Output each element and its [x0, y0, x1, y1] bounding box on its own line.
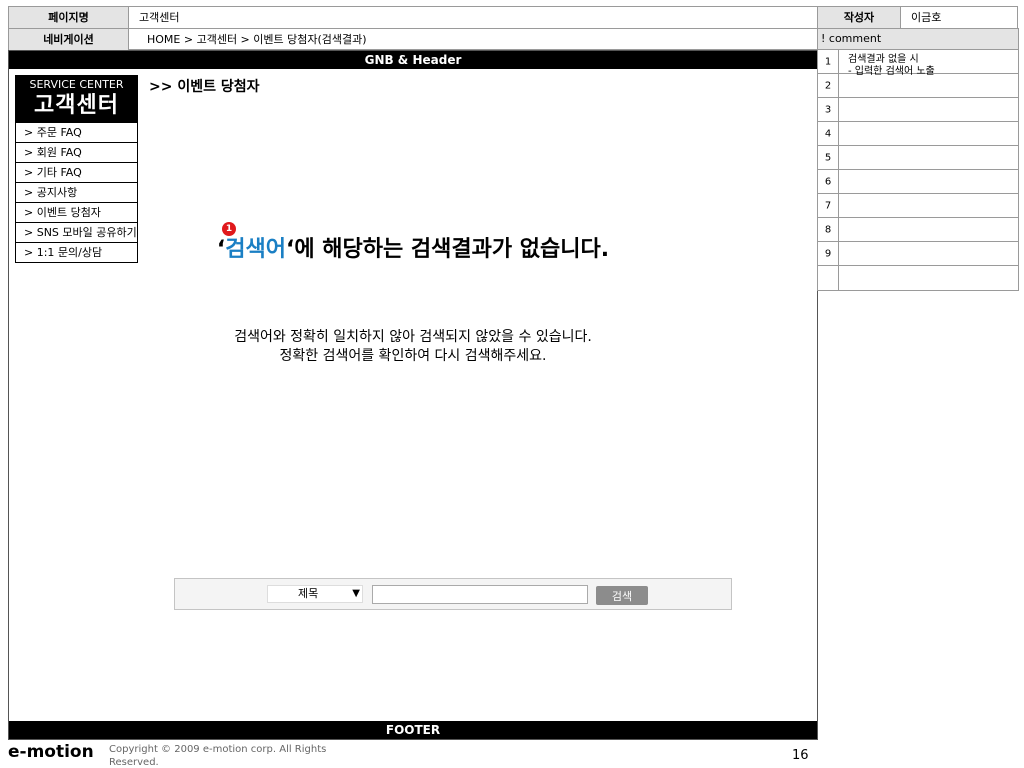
search-guide: 검색어와 정확히 일치하지 않아 검색되지 않았을 수 있습니다. 정확한 검색…	[9, 328, 817, 366]
comment-number: 1	[824, 56, 832, 67]
no-result-message: ‘검색어‘에 해당하는 검색결과가 없습니다.	[9, 231, 817, 263]
comment-number: 3	[824, 104, 832, 115]
guide-line-1: 검색어와 정확히 일치하지 않아 검색되지 않았을 수 있습니다.	[234, 329, 592, 345]
no-result-text: ‘에 해당하는 검색결과가 없습니다.	[286, 237, 610, 262]
comment-number: 8	[824, 224, 832, 235]
comment-number: 5	[824, 152, 832, 163]
comment-row: 3	[818, 98, 1018, 122]
comment-row: 5	[818, 146, 1018, 170]
service-center-box: SERVICE CENTER 고객센터	[15, 75, 138, 122]
sidebar-item-member-faq[interactable]: > 회원 FAQ	[16, 142, 137, 162]
gnb-header: GNB & Header	[9, 51, 817, 69]
search-field-select[interactable]: 제목 ▼	[267, 585, 363, 603]
search-keyword: 검색어	[225, 237, 287, 262]
navigation-label: 네비게이션	[9, 29, 129, 51]
comment-row: 2	[818, 74, 1018, 98]
comment-number: 2	[824, 80, 832, 91]
wireframe-frame: GNB & Header SERVICE CENTER 고객센터 > 주문 FA…	[8, 50, 818, 740]
comment-row: 1 검색결과 없을 시 - 입력한 검색어 노출	[818, 50, 1018, 77]
navigation-value: HOME > 고객센터 > 이벤트 당첨자(검색결과)	[129, 29, 818, 51]
comment-row: 6	[818, 170, 1018, 194]
e-motion-logo: e-motion	[8, 742, 94, 762]
author-value: 이금호	[901, 7, 1017, 29]
search-button[interactable]: 검색	[596, 586, 648, 605]
comment-panel: ! comment 1 검색결과 없을 시 - 입력한 검색어 노출 2 3 4…	[817, 28, 1019, 291]
copyright-text: Copyright © 2009 e-motion corp. All Righ…	[109, 744, 327, 768]
page-title: >> 이벤트 당첨자	[149, 79, 260, 95]
comment-row: 4	[818, 122, 1018, 146]
dropdown-arrow-icon[interactable]: ▼	[352, 589, 360, 599]
search-input[interactable]	[372, 585, 588, 604]
search-bar: 제목 ▼ 검색	[174, 578, 732, 610]
comment-number: 7	[824, 200, 832, 211]
sidebar-item-notice[interactable]: > 공지사항	[16, 182, 137, 202]
comment-row	[818, 266, 1018, 290]
comment-row: 8	[818, 218, 1018, 242]
comment-number: 6	[824, 176, 832, 187]
page-name-label: 페이지명	[9, 7, 129, 29]
sidebar-item-other-faq[interactable]: > 기타 FAQ	[16, 162, 137, 182]
select-value: 제목	[298, 587, 319, 600]
sidebar-item-event-winners[interactable]: > 이벤트 당첨자	[16, 202, 137, 222]
author-label: 작성자	[818, 7, 901, 29]
sidebar-item-order-faq[interactable]: > 주문 FAQ	[16, 122, 137, 142]
page-number: 16	[792, 748, 809, 763]
comment-header: ! comment	[818, 29, 1018, 50]
comment-row: 9	[818, 242, 1018, 266]
guide-line-2: 정확한 검색어를 확인하여 다시 검색해주세요.	[279, 348, 547, 364]
comment-number: 9	[824, 248, 832, 259]
service-center-title-en: SERVICE CENTER	[29, 78, 124, 91]
service-center-title-ko: 고객센터	[34, 93, 119, 118]
comment-number: 4	[824, 128, 832, 139]
comment-row: 7	[818, 194, 1018, 218]
footer: FOOTER	[9, 721, 817, 739]
page-name-value: 고객센터	[129, 7, 818, 29]
